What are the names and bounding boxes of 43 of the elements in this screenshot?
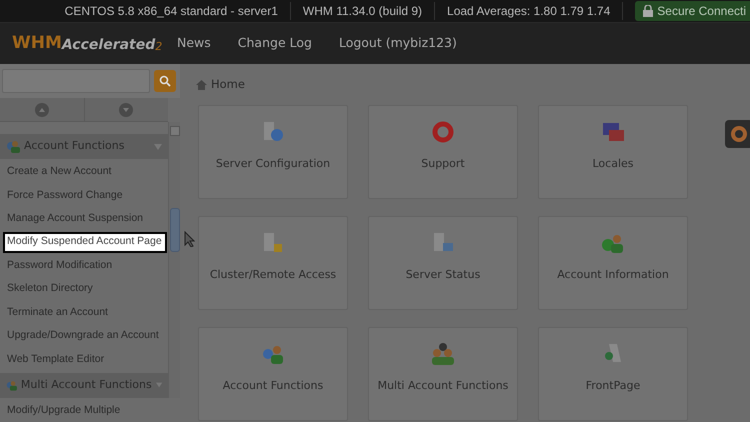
function-tile[interactable]: Multi Account Functions xyxy=(368,327,518,421)
function-tile[interactable]: Account Functions xyxy=(198,327,348,421)
breadcrumb-link[interactable]: Home xyxy=(211,76,245,94)
search-button[interactable] xyxy=(154,70,176,92)
sidebar-link[interactable]: Create a New Account xyxy=(0,160,168,184)
users-icon xyxy=(6,378,17,392)
search-icon xyxy=(159,75,171,87)
function-tile[interactable]: Server Status xyxy=(368,216,518,310)
sidebar-link[interactable]: Force Password Change xyxy=(0,184,168,208)
nav-link[interactable]: News xyxy=(177,34,211,53)
server-info-text: Load Averages: 1.80 1.79 1.74 xyxy=(435,2,624,20)
whm-logo[interactable]: WHMAccelerated2 xyxy=(12,35,162,52)
sidebar-link[interactable]: Manage Account Suspension xyxy=(0,207,168,231)
secure-connection-badge: Secure Connecti xyxy=(635,1,750,21)
lifebuoy-icon xyxy=(730,125,748,143)
scrollbar-thumb[interactable] xyxy=(170,208,180,252)
mouse-cursor-icon xyxy=(184,231,195,247)
nav-link[interactable]: Logout (mybiz123) xyxy=(338,34,457,53)
users-icon xyxy=(430,342,456,366)
function-tile[interactable]: Account Information xyxy=(538,216,688,310)
function-tile[interactable]: Support xyxy=(368,105,518,199)
lifebuoy-icon xyxy=(430,120,456,144)
sidebar-link[interactable]: Upgrade/Downgrade an Account xyxy=(0,324,168,348)
server-info-text: WHM 11.34.0 (build 9) xyxy=(290,2,436,20)
caret-down-icon xyxy=(156,382,162,388)
help-button[interactable] xyxy=(725,120,750,148)
home-icon xyxy=(196,80,207,90)
lock-icon xyxy=(643,5,654,17)
sidebar-link[interactable]: Web Template Editor xyxy=(0,348,168,372)
sidebar-link[interactable]: Modify/Upgrade Multiple xyxy=(0,398,168,422)
server-info-text: CENTOS 5.8 x86_64 standard - server1 xyxy=(52,2,291,20)
nav-link[interactable]: Change Log xyxy=(238,34,312,53)
sidebar-link[interactable]: Password Modification xyxy=(0,254,168,278)
function-tile[interactable]: FrontPage xyxy=(538,327,688,421)
sidebar-link[interactable]: Terminate an Account xyxy=(0,300,168,325)
function-tile[interactable]: Server Configuration xyxy=(198,105,348,199)
flag-icon xyxy=(600,120,626,144)
users-icon xyxy=(6,140,20,153)
function-tile[interactable]: Cluster/Remote Access xyxy=(198,216,348,310)
sidebar-link[interactable]: Modify Suspended Account Page xyxy=(3,232,167,253)
function-tile[interactable]: Locales xyxy=(538,105,688,199)
caret-down-icon xyxy=(154,144,162,150)
sidebar-link[interactable]: Skeleton Directory xyxy=(0,277,168,301)
